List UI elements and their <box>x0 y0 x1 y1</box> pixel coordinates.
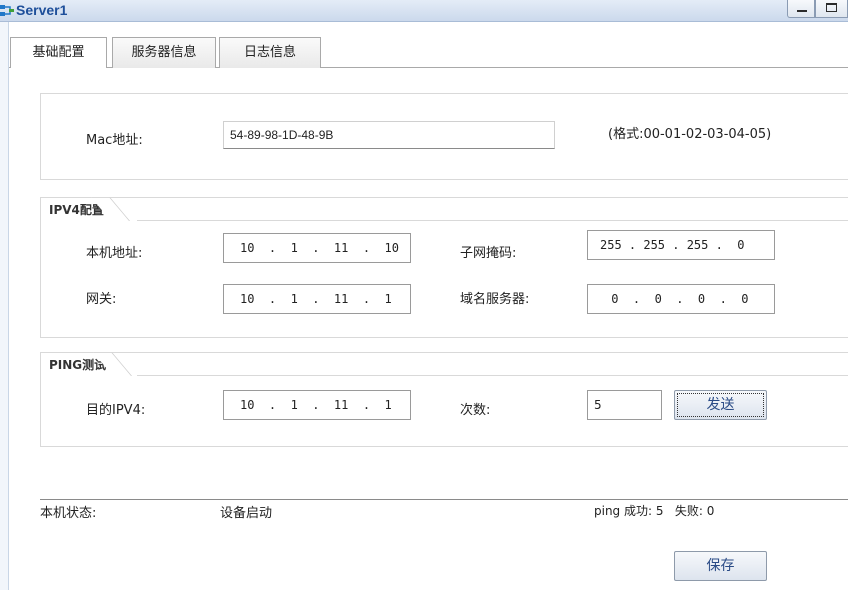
window-title: Server1 <box>16 2 68 18</box>
subnet-mask-input[interactable]: 255 . 255 . 255 . 0 <box>587 230 775 260</box>
dns-server-label: 域名服务器: <box>460 292 530 307</box>
mac-label: Mac地址: <box>86 133 143 148</box>
gateway-input[interactable]: 10 . 1 . 11 . 1 <box>223 284 411 314</box>
window-left-edge <box>0 22 9 590</box>
destination-ipv4-input[interactable]: 10 . 1 . 11 . 1 <box>223 390 411 420</box>
subnet-mask-label: 子网掩码: <box>460 246 517 261</box>
minimize-button[interactable] <box>787 0 815 18</box>
title-bar: Server1 <box>0 0 848 22</box>
local-address-input[interactable]: 10 . 1 . 11 . 10 <box>223 233 411 263</box>
server-app-icon <box>0 5 14 16</box>
maximize-button[interactable] <box>815 0 848 18</box>
tab-log-info[interactable]: 日志信息 <box>219 37 321 68</box>
tab-basic-config[interactable]: 基础配置 <box>10 37 107 68</box>
ipv4-legend-divider <box>137 220 848 221</box>
mac-address-input[interactable]: 54-89-98-1D-48-9B <box>223 121 555 149</box>
local-address-label: 本机地址: <box>86 246 143 261</box>
ping-result-text: ping 成功: 5 失败: 0 <box>594 504 715 518</box>
tab-server-info[interactable]: 服务器信息 <box>112 37 216 68</box>
send-button[interactable]: 发送 <box>674 390 767 420</box>
gateway-label: 网关: <box>86 292 117 307</box>
ping-count-input[interactable]: 5 <box>587 390 662 420</box>
ipv4-legend: IPV4配置 <box>40 197 118 219</box>
ping-count-label: 次数: <box>460 403 491 418</box>
destination-ipv4-label: 目的IPV4: <box>86 403 146 418</box>
ipv4-config-panel: IPV4配置 <box>40 197 848 338</box>
save-button[interactable]: 保存 <box>674 551 767 581</box>
dns-server-input[interactable]: 0 . 0 . 0 . 0 <box>587 284 775 314</box>
mac-format-hint: (格式:00-01-02-03-04-05) <box>608 127 772 142</box>
ping-legend-divider <box>137 375 848 376</box>
minimize-icon <box>797 10 807 12</box>
device-status-value: 设备启动 <box>220 506 273 521</box>
device-status-label: 本机状态: <box>40 506 97 521</box>
status-divider <box>40 499 848 500</box>
ping-legend: PING测试 <box>40 352 121 374</box>
maximize-icon <box>826 3 837 12</box>
